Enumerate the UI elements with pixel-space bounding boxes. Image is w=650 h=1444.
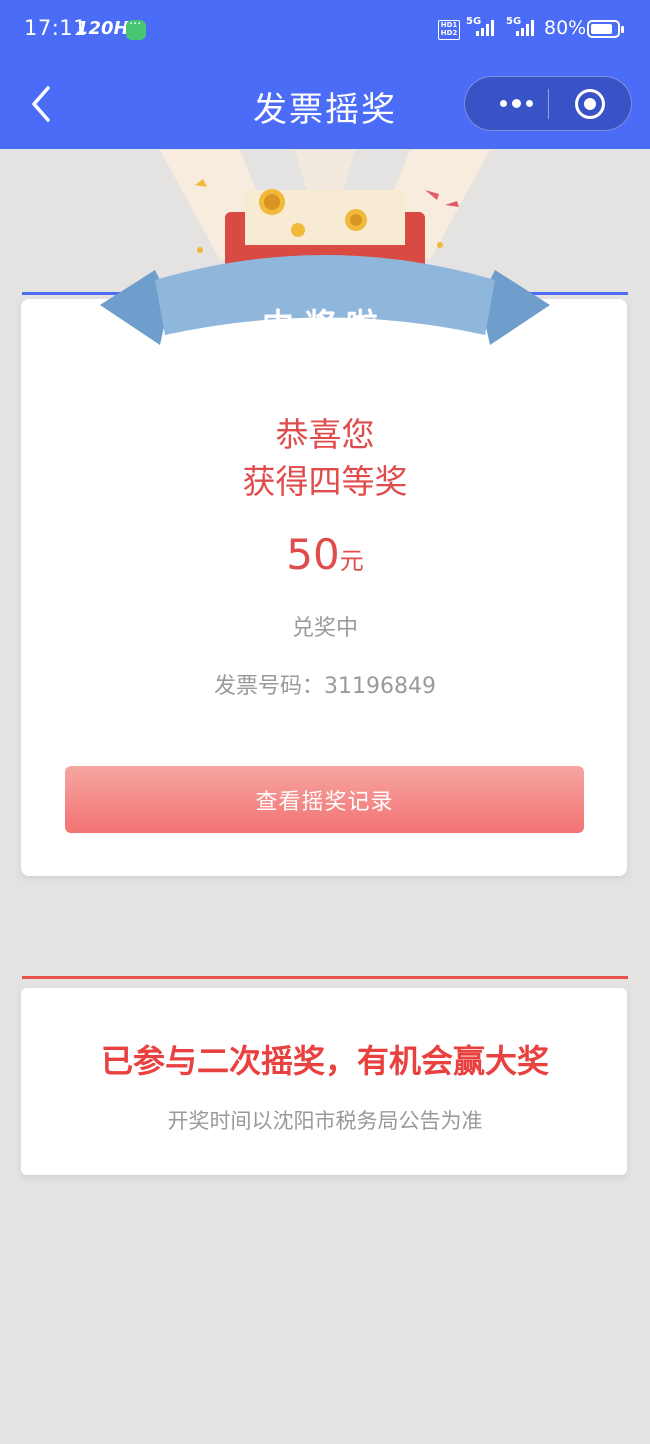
capsule-divider <box>548 89 549 119</box>
invoice-value: 31196849 <box>324 674 436 699</box>
hd-badge: HD1 HD2 <box>438 20 460 40</box>
close-circle-button[interactable] <box>575 89 605 119</box>
mini-program-capsule <box>464 76 632 131</box>
signal-icon-2: 5G <box>506 16 534 36</box>
battery-icon <box>587 20 624 38</box>
congrats-text: 恭喜您 <box>275 415 375 454</box>
more-dot-icon <box>511 99 521 108</box>
app-header: 17:11 120Hz HD1 HD2 5G 5G 80% 发票摇奖 <box>0 0 650 149</box>
more-button[interactable] <box>485 77 547 130</box>
bonus-title: 已参与二次摇奖，有机会赢大奖 <box>100 1042 549 1080</box>
view-records-button[interactable]: 查看摇奖记录 <box>65 766 584 833</box>
battery-level: 80% <box>544 17 587 39</box>
amount-value: 50 <box>286 530 340 579</box>
invoice-number: 发票号码：31196849 <box>0 668 650 700</box>
more-dot-icon <box>499 100 507 107</box>
amount-unit: 元 <box>339 547 364 575</box>
red-divider <box>22 976 628 979</box>
prize-level: 获得四等奖 <box>242 462 408 501</box>
message-icon <box>126 17 146 40</box>
signal-icon-1: 5G <box>466 16 494 36</box>
redeem-status: 兑奖中 <box>291 616 358 641</box>
ribbon-title: 中奖啦 <box>261 306 388 344</box>
status-bar: 17:11 120Hz HD1 HD2 5G 5G 80% <box>0 0 650 60</box>
more-dot-icon <box>525 100 533 107</box>
prize-amount: 50元 <box>0 530 650 579</box>
bonus-note: 开奖时间以沈阳市税务局公告为准 <box>167 1109 483 1133</box>
invoice-label: 发票号码： <box>214 674 325 699</box>
